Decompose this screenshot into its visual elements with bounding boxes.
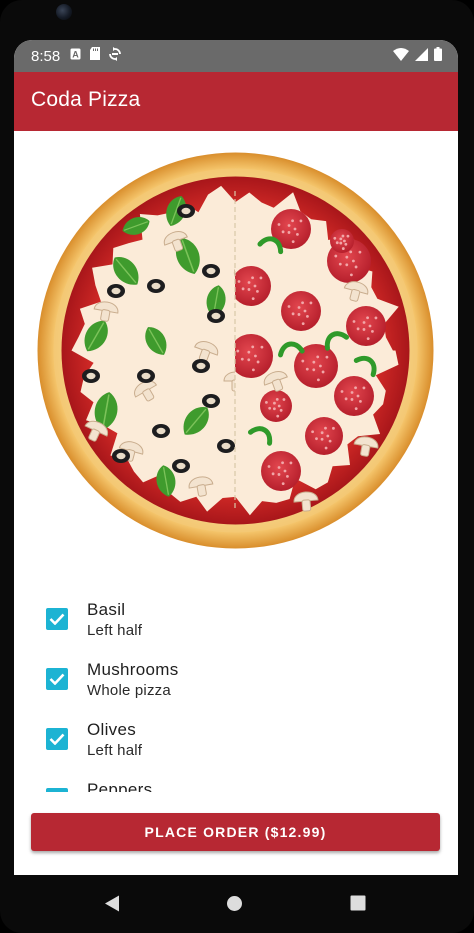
olive-ring xyxy=(192,359,210,373)
olive-ring xyxy=(202,264,220,278)
status-system-icons xyxy=(393,47,442,66)
place-order-button[interactable]: PLACE ORDER ($12.99) xyxy=(31,813,440,851)
recents-icon[interactable] xyxy=(350,895,366,916)
olive-ring xyxy=(147,279,165,293)
pepperoni-slice xyxy=(346,306,386,346)
topping-placement: Left half xyxy=(87,622,143,639)
olive-ring xyxy=(137,369,155,383)
pepperoni-slice xyxy=(235,266,271,306)
topping-placement: Left half xyxy=(87,742,143,759)
peppers-checkbox[interactable] xyxy=(46,788,68,792)
topping-row-peppers[interactable]: Peppers xyxy=(14,764,458,792)
olive-ring xyxy=(217,439,235,453)
status-bar: 8:58 A xyxy=(14,40,458,72)
pepperoni-slice xyxy=(261,451,301,491)
pizza-image xyxy=(37,152,434,549)
navigation-bar xyxy=(14,875,458,933)
signal-icon xyxy=(415,47,428,66)
svg-text:A: A xyxy=(72,50,79,60)
a-letter-icon: A xyxy=(70,47,81,65)
pepperoni-slice xyxy=(281,291,321,331)
pepperoni-slice xyxy=(334,376,374,416)
topping-row-basil[interactable]: Basil Left half xyxy=(14,584,458,644)
battery-icon xyxy=(434,47,442,66)
check-icon xyxy=(49,673,65,685)
status-time: 8:58 xyxy=(31,47,61,65)
pepperoni-slice xyxy=(305,417,343,455)
olive-ring xyxy=(177,204,195,218)
check-icon xyxy=(49,613,65,625)
pepperoni-slice xyxy=(330,229,354,253)
pizza-preview xyxy=(36,151,435,550)
olive-ring xyxy=(82,369,100,383)
topping-name: Mushrooms xyxy=(87,660,179,679)
topping-list[interactable]: Basil Left half Mushrooms Whole pizza Ol… xyxy=(14,570,458,792)
topping-row-olives[interactable]: Olives Left half xyxy=(14,704,458,764)
topping-name: Olives xyxy=(87,720,137,739)
topping-row-mushrooms[interactable]: Mushrooms Whole pizza xyxy=(14,644,458,704)
basil-checkbox[interactable] xyxy=(46,608,68,630)
front-camera xyxy=(56,4,72,20)
topping-placement: Whole pizza xyxy=(87,682,171,699)
sd-card-icon xyxy=(90,47,101,65)
olive-ring xyxy=(207,309,225,323)
app-screen: 8:58 A Coda Pizza Basil Left half Mushro… xyxy=(14,40,458,875)
check-icon xyxy=(49,733,65,745)
olive-ring xyxy=(107,284,125,298)
olive-ring xyxy=(172,459,190,473)
app-bar: Coda Pizza xyxy=(14,72,458,131)
phone-frame: 8:58 A Coda Pizza Basil Left half Mushro… xyxy=(0,0,474,933)
status-notification-icons: A xyxy=(70,46,122,66)
topping-name: Basil xyxy=(87,600,126,619)
olives-checkbox[interactable] xyxy=(46,728,68,750)
pepperoni-slice xyxy=(235,334,273,378)
home-icon[interactable] xyxy=(226,895,243,917)
olive-ring xyxy=(112,449,130,463)
sync-icon xyxy=(109,46,122,66)
mushrooms-checkbox[interactable] xyxy=(46,668,68,690)
topping-name: Peppers xyxy=(87,780,153,792)
app-title: Coda Pizza xyxy=(31,88,141,111)
olive-ring xyxy=(202,394,220,408)
olive-ring xyxy=(152,424,170,438)
wifi-icon xyxy=(393,47,409,66)
back-icon[interactable] xyxy=(104,895,120,917)
pepperoni-slice xyxy=(260,390,292,422)
